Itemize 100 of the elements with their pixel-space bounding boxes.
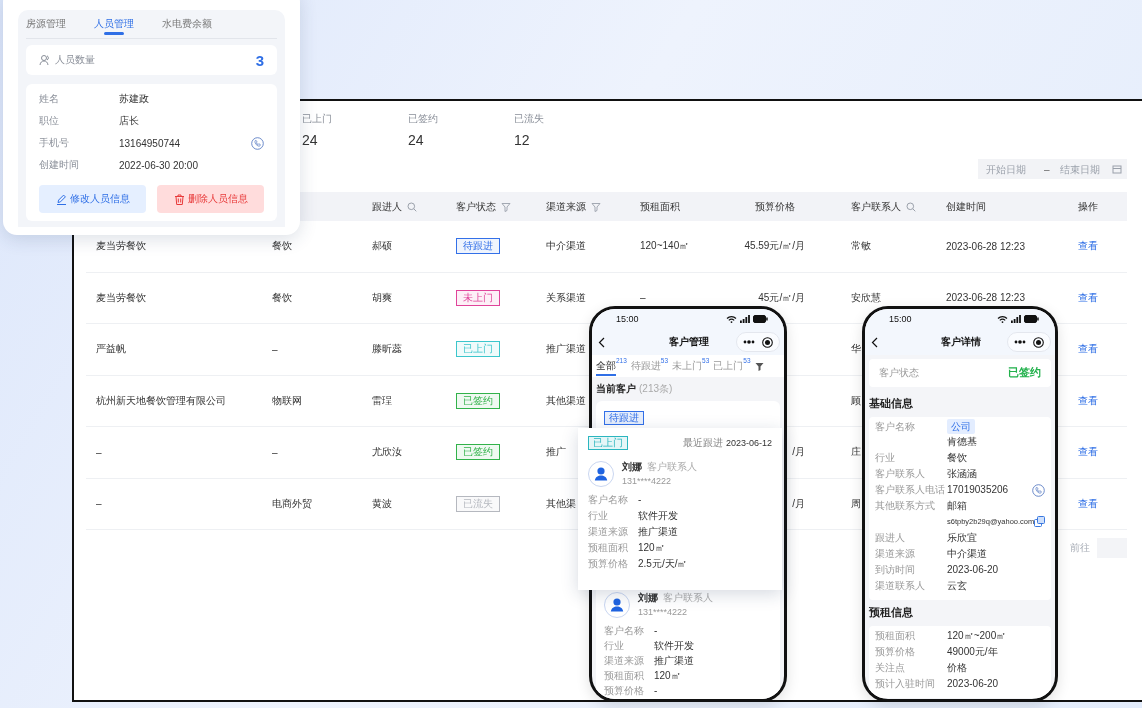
table-cell: 推广 — [546, 445, 566, 460]
table-cell: 推广渠道 — [546, 342, 586, 357]
table-cell: /月 — [792, 496, 805, 511]
field-label: 预算价格 — [875, 645, 916, 659]
copy-icon[interactable] — [1034, 516, 1045, 527]
field-label: 客户联系人电话 — [875, 483, 946, 497]
field-label: 关注点 — [875, 661, 906, 675]
end-date-field[interactable]: 结束日期 — [1059, 163, 1108, 175]
field-value: 软件开发 — [654, 639, 694, 653]
table-cell: 麦当劳餐饮 — [96, 239, 146, 254]
customer-preview-dialog[interactable]: 已上门 最近跟进 2023-06-12 刘娜 客户联系人 131****4222 客户名称 - 行业 软件开发 渠道来源 推广渠道 预租面积 120㎡ 预算价格 2.5元/天/㎡ — [578, 428, 782, 590]
tab[interactable]: 全部$^{213}$ — [596, 355, 627, 377]
table-cell: 其他渠 — [546, 496, 576, 511]
field-value: 乐欣宜 — [947, 531, 977, 545]
table-cell: 餐饮 — [272, 290, 292, 305]
field-value: 13164950744 — [119, 137, 182, 149]
record-icon[interactable] — [762, 336, 773, 348]
field-value: 中介渠道 — [947, 547, 987, 561]
field-label: 渠道来源 — [875, 547, 916, 561]
contact-name: 刘娜 — [638, 591, 658, 605]
column-header: 客户状态 — [456, 199, 496, 214]
tab[interactable]: 人员管理 — [94, 10, 134, 38]
field-value: 餐饮 — [947, 451, 967, 465]
field-label: 预租面积 — [604, 669, 645, 683]
field-value: 价格 — [947, 661, 967, 675]
page-title: 客户详情 — [940, 335, 981, 349]
status-tag: 已签约 — [456, 392, 500, 409]
status-time: 15:00 — [889, 314, 912, 324]
date-range-picker[interactable]: 开始日期 – 结束日期 — [978, 159, 1127, 179]
field-label: 预算价格 — [588, 557, 629, 571]
customer-card[interactable]: 待跟进 — [596, 401, 780, 428]
table-cell: 雷珵 — [372, 393, 392, 408]
delete-button[interactable]: 删除人员信息 — [157, 185, 264, 213]
field-label: 姓名 — [39, 92, 60, 106]
phone-call-icon[interactable] — [1032, 483, 1045, 497]
field-value: 软件开发 — [638, 509, 678, 523]
trash-icon — [173, 193, 185, 205]
more-icon[interactable] — [1014, 340, 1026, 344]
field-label: 客户联系人 — [875, 467, 926, 481]
table-cell: 胡爽 — [372, 290, 392, 305]
stat-value: 24 — [302, 131, 318, 149]
field-label: 到访时间 — [875, 563, 916, 577]
back-icon[interactable] — [871, 336, 878, 348]
avatar-icon — [604, 592, 630, 618]
column-header: 渠道来源 — [546, 199, 586, 214]
table-cell: 顾 — [851, 393, 861, 408]
column-header: 预算价格 — [755, 199, 795, 214]
tab[interactable]: 水电费余额 — [162, 10, 212, 38]
view-link[interactable]: 查看 — [1078, 342, 1098, 357]
field-label: 渠道来源 — [604, 654, 645, 668]
field-value: - — [654, 684, 658, 698]
wifi-icon — [726, 315, 737, 323]
follow-date: 2023-06-12 — [725, 438, 772, 448]
table-cell: /月 — [792, 445, 805, 460]
field-label: 行业 — [875, 451, 896, 465]
field-label: 客户名称 — [875, 420, 916, 434]
field-value: 120㎡ — [654, 669, 681, 683]
column-header: 预租面积 — [640, 199, 680, 214]
search-icon[interactable] — [407, 201, 417, 212]
field-value: 2023-06-20 — [947, 677, 999, 691]
field-label: 创建时间 — [39, 158, 80, 172]
field-value: 2023-06-20 — [947, 563, 999, 577]
start-date-field[interactable]: 开始日期 — [986, 163, 1034, 175]
table-cell: – — [640, 292, 646, 304]
avatar-icon — [588, 461, 614, 487]
phone-call-icon[interactable] — [251, 136, 264, 150]
table-cell: 45元/㎡/月 — [758, 290, 805, 305]
tab[interactable]: 未上门$^{53}$ — [672, 355, 710, 377]
field-label: 渠道联系人 — [875, 579, 926, 593]
range-separator: – — [1044, 163, 1050, 175]
table-cell: 严益帆 — [96, 342, 126, 357]
column-header: 创建时间 — [946, 199, 986, 214]
tab[interactable]: 已上门$^{53}$ — [713, 355, 751, 377]
view-link[interactable]: 查看 — [1078, 290, 1098, 305]
view-link[interactable]: 查看 — [1078, 239, 1098, 254]
table-cell: 关系渠道 — [546, 290, 586, 305]
field-value: 17019035206 — [947, 483, 1009, 497]
field-value: 张涵涵 — [947, 467, 977, 481]
view-link[interactable]: 查看 — [1078, 393, 1098, 408]
search-icon[interactable] — [906, 201, 916, 212]
view-link[interactable]: 查看 — [1078, 496, 1098, 511]
field-label: 职位 — [39, 114, 60, 128]
back-icon[interactable] — [598, 336, 605, 348]
status-tag: 已上门 — [456, 341, 500, 358]
status-tag: 已上门 — [588, 436, 628, 450]
edit-button[interactable]: 修改人员信息 — [39, 185, 146, 213]
filter-icon[interactable] — [754, 361, 764, 371]
more-icon[interactable] — [743, 340, 755, 344]
status-value: 已签约 — [1008, 366, 1041, 380]
tab[interactable]: 房源管理 — [26, 10, 66, 38]
field-value: 120㎡ — [638, 541, 665, 555]
field-label: 预算价格 — [604, 684, 645, 698]
stat-label: 已上门 — [302, 112, 332, 126]
field-label: 行业 — [588, 509, 609, 523]
view-link[interactable]: 查看 — [1078, 445, 1098, 460]
record-icon[interactable] — [1033, 336, 1044, 348]
signal-icon — [1011, 315, 1021, 323]
calendar-icon[interactable] — [1111, 164, 1122, 174]
table-cell: 麦当劳餐饮 — [96, 290, 146, 305]
tab[interactable]: 待跟进$^{53}$ — [630, 355, 669, 377]
